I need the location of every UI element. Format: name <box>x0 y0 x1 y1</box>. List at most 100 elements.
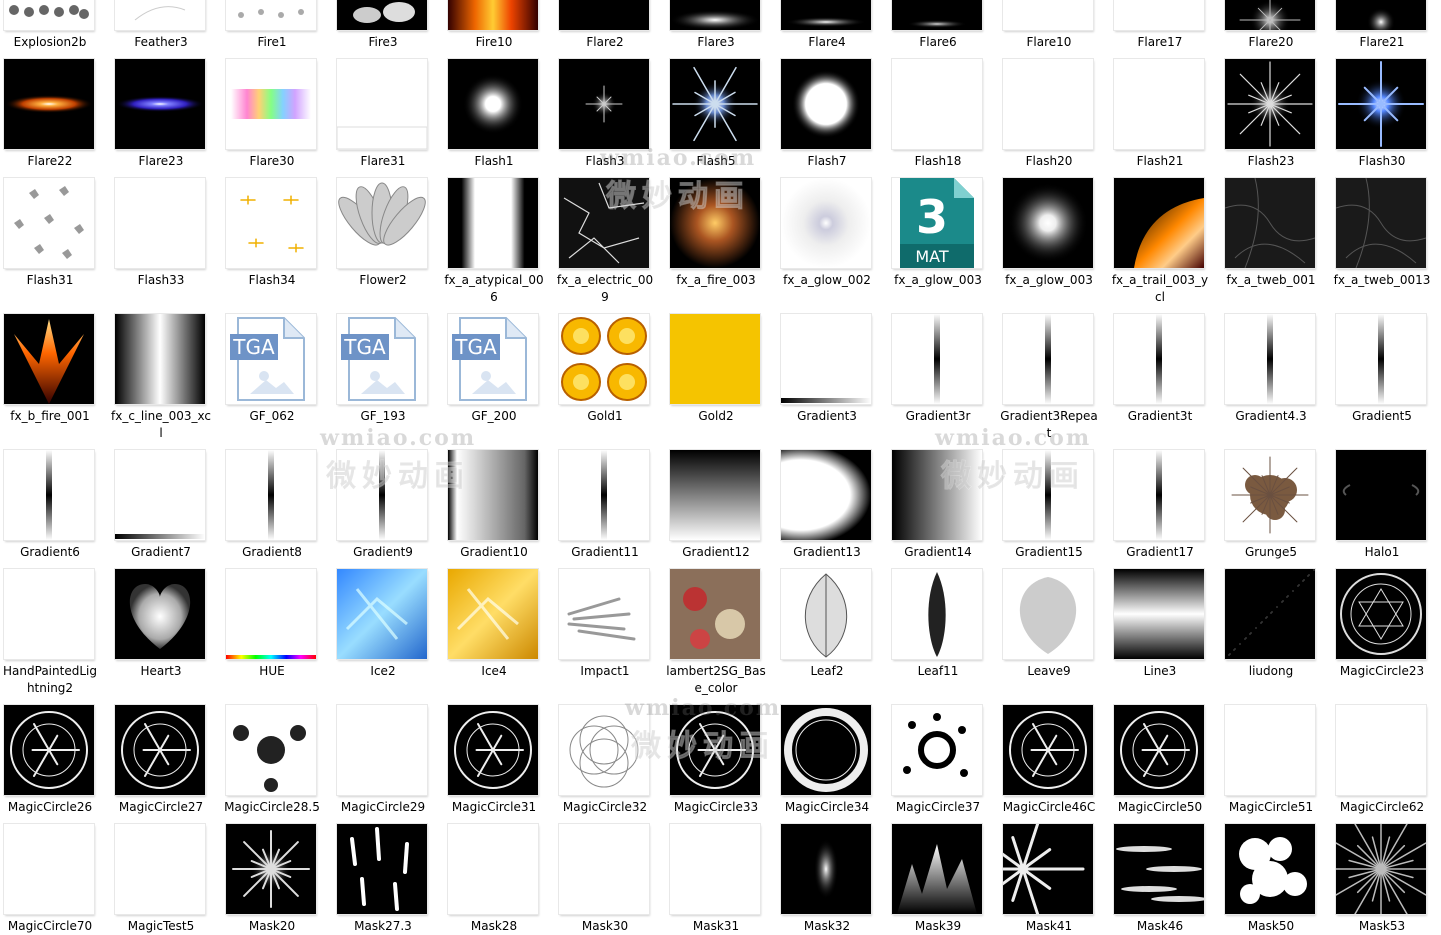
file-thumbnail[interactable] <box>1336 314 1426 404</box>
file-thumbnail[interactable] <box>226 705 316 795</box>
file-thumbnail[interactable] <box>670 314 760 404</box>
file-thumbnail[interactable] <box>115 178 205 268</box>
file-thumbnail[interactable] <box>1336 569 1426 659</box>
file-thumbnail[interactable] <box>892 450 982 540</box>
file-thumbnail[interactable] <box>4 0 94 30</box>
file-thumbnail[interactable] <box>1003 824 1093 914</box>
file-thumbnail[interactable] <box>1003 178 1093 268</box>
file-thumbnail[interactable] <box>226 450 316 540</box>
file-thumbnail[interactable] <box>781 824 871 914</box>
file-thumbnail[interactable] <box>115 705 205 795</box>
file-thumbnail[interactable] <box>4 569 94 659</box>
file-thumbnail[interactable] <box>781 569 871 659</box>
file-thumbnail[interactable] <box>226 824 316 914</box>
file-thumbnail[interactable] <box>1225 450 1315 540</box>
file-thumbnail[interactable] <box>448 178 538 268</box>
file-thumbnail[interactable] <box>337 824 427 914</box>
file-thumbnail[interactable] <box>1336 450 1426 540</box>
file-thumbnail[interactable] <box>337 178 427 268</box>
file-thumbnail[interactable] <box>781 450 871 540</box>
file-thumbnail[interactable] <box>1003 569 1093 659</box>
file-thumbnail[interactable] <box>448 59 538 149</box>
file-thumbnail[interactable] <box>892 0 982 30</box>
file-thumbnail[interactable] <box>1225 178 1315 268</box>
file-thumbnail[interactable] <box>559 450 649 540</box>
file-thumbnail[interactable] <box>4 450 94 540</box>
file-thumbnail[interactable] <box>115 569 205 659</box>
file-thumbnail[interactable]: TGA <box>448 314 538 404</box>
file-thumbnail[interactable] <box>892 705 982 795</box>
file-thumbnail[interactable] <box>115 314 205 404</box>
file-thumbnail[interactable] <box>892 824 982 914</box>
file-thumbnail[interactable] <box>1114 569 1204 659</box>
file-thumbnail[interactable] <box>226 59 316 149</box>
file-thumbnail[interactable]: TGA <box>337 314 427 404</box>
file-thumbnail[interactable] <box>1225 59 1315 149</box>
file-thumbnail[interactable] <box>226 0 316 30</box>
file-thumbnail[interactable] <box>448 824 538 914</box>
file-thumbnail[interactable] <box>670 59 760 149</box>
file-thumbnail[interactable] <box>337 705 427 795</box>
file-thumbnail[interactable] <box>1225 824 1315 914</box>
file-thumbnail[interactable] <box>1225 314 1315 404</box>
file-thumbnail[interactable] <box>1003 0 1093 30</box>
file-thumbnail[interactable] <box>892 314 982 404</box>
file-thumbnail[interactable] <box>670 705 760 795</box>
file-thumbnail[interactable] <box>1114 178 1204 268</box>
file-thumbnail[interactable] <box>1114 314 1204 404</box>
file-thumbnail[interactable] <box>115 450 205 540</box>
file-thumbnail[interactable] <box>448 450 538 540</box>
file-thumbnail[interactable] <box>670 824 760 914</box>
file-thumbnail[interactable] <box>1336 824 1426 914</box>
file-thumbnail[interactable] <box>4 314 94 404</box>
file-thumbnail[interactable] <box>559 0 649 30</box>
file-thumbnail[interactable] <box>670 569 760 659</box>
file-thumbnail[interactable] <box>337 450 427 540</box>
file-thumbnail[interactable]: TGA <box>226 314 316 404</box>
file-thumbnail[interactable] <box>4 824 94 914</box>
file-thumbnail[interactable] <box>1114 450 1204 540</box>
file-thumbnail[interactable] <box>226 178 316 268</box>
file-thumbnail[interactable] <box>559 314 649 404</box>
file-thumbnail[interactable] <box>1336 0 1426 30</box>
file-thumbnail[interactable] <box>1114 59 1204 149</box>
file-thumbnail[interactable] <box>337 569 427 659</box>
file-thumbnail[interactable] <box>1114 824 1204 914</box>
file-thumbnail[interactable] <box>670 178 760 268</box>
file-thumbnail[interactable] <box>1114 705 1204 795</box>
file-thumbnail[interactable] <box>892 569 982 659</box>
file-thumbnail[interactable] <box>670 0 760 30</box>
file-thumbnail[interactable] <box>4 59 94 149</box>
file-thumbnail[interactable] <box>781 178 871 268</box>
file-thumbnail[interactable] <box>448 0 538 30</box>
file-thumbnail[interactable] <box>781 0 871 30</box>
file-thumbnail[interactable] <box>448 569 538 659</box>
file-thumbnail[interactable] <box>115 59 205 149</box>
file-thumbnail[interactable] <box>670 450 760 540</box>
file-thumbnail[interactable] <box>1336 59 1426 149</box>
file-thumbnail[interactable] <box>1225 705 1315 795</box>
file-thumbnail[interactable] <box>1003 705 1093 795</box>
file-thumbnail[interactable] <box>4 705 94 795</box>
file-thumbnail[interactable] <box>337 0 427 30</box>
file-thumbnail[interactable] <box>1225 0 1315 30</box>
file-thumbnail[interactable] <box>559 178 649 268</box>
file-thumbnail[interactable] <box>559 824 649 914</box>
file-thumbnail[interactable] <box>1003 59 1093 149</box>
file-thumbnail[interactable] <box>448 705 538 795</box>
file-thumbnail[interactable] <box>337 59 427 149</box>
file-thumbnail[interactable] <box>1225 569 1315 659</box>
file-thumbnail[interactable] <box>1336 178 1426 268</box>
file-thumbnail[interactable] <box>1336 705 1426 795</box>
file-thumbnail[interactable] <box>559 705 649 795</box>
file-thumbnail[interactable] <box>115 0 205 30</box>
file-thumbnail[interactable] <box>1114 0 1204 30</box>
file-thumbnail[interactable] <box>781 705 871 795</box>
file-thumbnail[interactable] <box>1003 314 1093 404</box>
file-thumbnail[interactable]: 3 MAT <box>892 178 982 268</box>
file-thumbnail[interactable] <box>115 824 205 914</box>
file-thumbnail[interactable] <box>4 178 94 268</box>
file-thumbnail[interactable] <box>781 59 871 149</box>
file-thumbnail[interactable] <box>559 569 649 659</box>
file-thumbnail[interactable] <box>892 59 982 149</box>
